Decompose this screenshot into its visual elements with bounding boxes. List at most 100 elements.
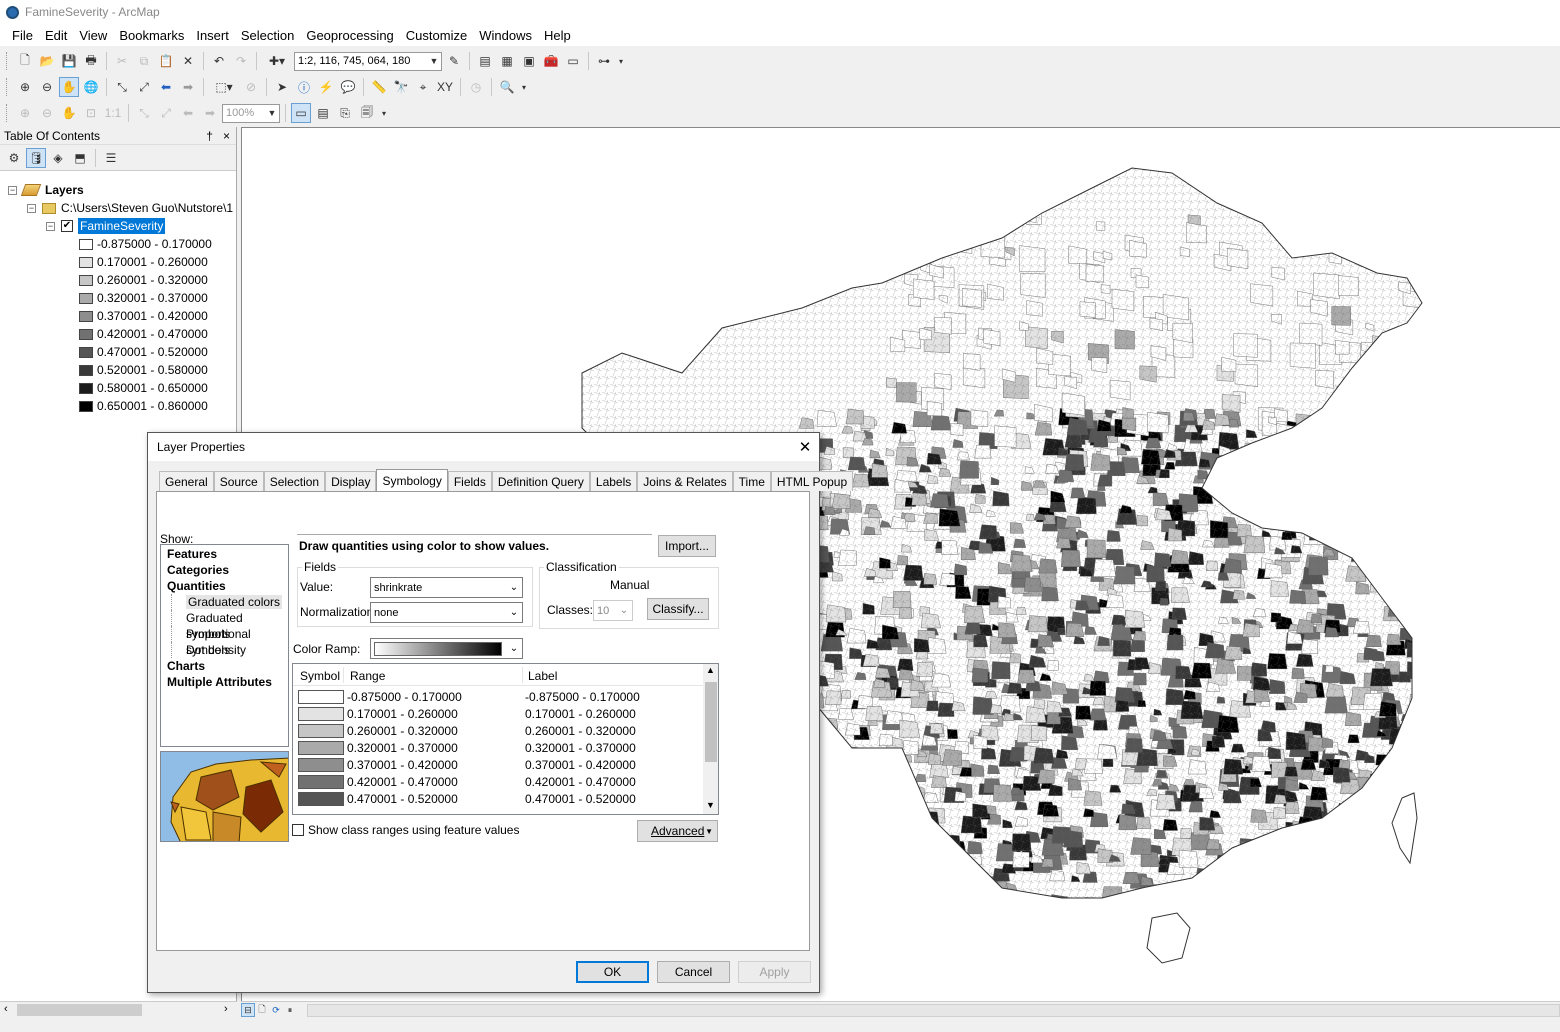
fixed-zoom-in-layout-icon[interactable]: ⤡: [134, 103, 154, 123]
html-popup-icon[interactable]: 💬: [338, 77, 358, 97]
zoom-out-icon[interactable]: ⊖: [37, 77, 57, 97]
import-button[interactable]: Import...: [658, 535, 716, 557]
data-driven-pages-icon[interactable]: 🗐: [357, 103, 377, 123]
legend-swatch[interactable]: [79, 400, 93, 412]
class-table[interactable]: Symbol Range Label -0.875000 - 0.170000-…: [292, 663, 719, 815]
class-label[interactable]: 0.470001 - 0.520000: [525, 792, 636, 806]
class-label[interactable]: 0.420001 - 0.470000: [525, 775, 636, 789]
renderer-option-proportional-symbols[interactable]: Proportional symbols: [171, 626, 288, 657]
toolbar-options-icon[interactable]: ▾: [379, 103, 389, 123]
class-range[interactable]: 0.260001 - 0.320000: [347, 724, 525, 738]
layout-zoom-in-icon[interactable]: ⊕: [15, 103, 35, 123]
renderer-option-graduated-colors[interactable]: Graduated colors: [171, 594, 288, 610]
renderer-option-multiple-attributes[interactable]: Multiple Attributes: [161, 674, 288, 690]
fixed-zoom-out-layout-icon[interactable]: ⤢: [156, 103, 176, 123]
close-icon[interactable]: ✕: [791, 438, 819, 456]
scroll-right-icon[interactable]: ›: [224, 1003, 228, 1015]
toolbar-grip[interactable]: [6, 104, 9, 122]
toolbar-grip[interactable]: [6, 52, 9, 70]
menu-help[interactable]: Help: [538, 28, 577, 43]
list-by-visibility-icon[interactable]: ◈: [48, 148, 68, 168]
legend-class-item[interactable]: 0.370001 - 0.420000: [79, 307, 208, 325]
back-extent-icon[interactable]: ⬅: [156, 77, 176, 97]
class-symbol-swatch[interactable]: [298, 791, 344, 806]
scroll-thumb[interactable]: [705, 682, 717, 762]
pause-drawing-icon[interactable]: ⏸: [283, 1003, 297, 1017]
legend-class-item[interactable]: 0.170001 - 0.260000: [79, 253, 208, 271]
modelbuilder-icon[interactable]: ⊶: [594, 51, 614, 71]
advanced-button[interactable]: Advanced ▼: [637, 820, 718, 842]
renderer-option-categories[interactable]: Categories: [161, 562, 288, 578]
menu-bookmarks[interactable]: Bookmarks: [113, 28, 190, 43]
undo-icon[interactable]: ↶: [209, 51, 229, 71]
forward-layout-icon[interactable]: ➡: [200, 103, 220, 123]
renderer-option-dot-density[interactable]: Dot density: [171, 642, 288, 658]
apply-button[interactable]: Apply: [738, 961, 811, 983]
toc-options-icon[interactable]: ☰: [101, 148, 121, 168]
list-by-drawing-order-icon[interactable]: ⚙: [4, 148, 24, 168]
fixed-zoom-out-icon[interactable]: ⤢: [134, 77, 154, 97]
toggle-draft-mode-icon[interactable]: ▭: [291, 103, 311, 123]
classify-button[interactable]: Classify...: [647, 598, 709, 620]
layout-view-icon[interactable]: 🗋: [255, 1003, 269, 1017]
classes-count-select[interactable]: 10 ⌄: [593, 600, 633, 621]
copy-icon[interactable]: ⧉: [134, 51, 154, 71]
renderer-option-features[interactable]: Features: [161, 546, 288, 562]
tab-source[interactable]: Source: [213, 471, 264, 491]
legend-swatch[interactable]: [79, 364, 93, 376]
legend-class-item[interactable]: 0.470001 - 0.520000: [79, 343, 208, 361]
menu-selection[interactable]: Selection: [235, 28, 300, 43]
tab-general[interactable]: General: [159, 471, 214, 491]
tree-row-folder[interactable]: − C:\Users\Steven Guo\Nutstore\1: [27, 199, 233, 217]
tab-html-popup[interactable]: HTML Popup: [770, 471, 854, 491]
paste-icon[interactable]: 📋: [156, 51, 176, 71]
scroll-down-icon[interactable]: ▼: [706, 800, 715, 810]
legend-class-item[interactable]: 0.260001 - 0.320000: [79, 271, 208, 289]
class-range[interactable]: -0.875000 - 0.170000: [347, 690, 525, 704]
tree-row-layer[interactable]: − ✔ FamineSeverity: [46, 217, 166, 235]
list-by-source-icon[interactable]: 🛢: [26, 147, 46, 168]
tab-fields[interactable]: Fields: [447, 471, 492, 491]
print-icon[interactable]: 🖶: [81, 51, 101, 71]
layout-pan-icon[interactable]: ✋: [59, 103, 79, 123]
class-range[interactable]: 0.370001 - 0.420000: [347, 758, 525, 772]
identify-icon[interactable]: ⓘ: [294, 77, 314, 97]
menu-edit[interactable]: Edit: [39, 28, 73, 43]
menu-view[interactable]: View: [73, 28, 113, 43]
pin-icon[interactable]: †: [206, 129, 213, 143]
tree-row-layers[interactable]: − Layers: [8, 181, 84, 199]
zoom-100-icon[interactable]: 1:1: [103, 103, 123, 123]
toc-horizontal-scrollbar[interactable]: ‹ ›: [0, 1001, 237, 1018]
catalog-icon[interactable]: ▦: [497, 51, 517, 71]
ok-button[interactable]: OK: [576, 961, 649, 983]
class-range[interactable]: 0.470001 - 0.520000: [347, 792, 525, 806]
time-slider-icon[interactable]: ◷: [466, 77, 486, 97]
class-label[interactable]: 0.370001 - 0.420000: [525, 758, 636, 772]
zoom-in-icon[interactable]: ⊕: [15, 77, 35, 97]
class-label[interactable]: 0.320001 - 0.370000: [525, 741, 636, 755]
class-row[interactable]: -0.875000 - 0.170000 -0.875000 - 0.170000: [298, 688, 640, 705]
renderer-option-charts[interactable]: Charts: [161, 658, 288, 674]
map-horizontal-scrollbar[interactable]: [307, 1003, 1560, 1017]
menu-insert[interactable]: Insert: [190, 28, 235, 43]
class-symbol-swatch[interactable]: [298, 689, 344, 704]
scroll-thumb[interactable]: [17, 1004, 142, 1016]
renderer-option-graduated-symbols[interactable]: Graduated symbols: [171, 610, 288, 641]
class-range[interactable]: 0.170001 - 0.260000: [347, 707, 525, 721]
full-extent-icon[interactable]: 🌐: [81, 77, 101, 97]
add-data-icon[interactable]: ✚▾: [262, 51, 292, 71]
legend-swatch[interactable]: [79, 274, 93, 286]
tab-joins-relates[interactable]: Joins & Relates: [637, 471, 733, 491]
legend-swatch[interactable]: [79, 238, 93, 250]
class-label[interactable]: 0.170001 - 0.260000: [525, 707, 636, 721]
toolbar-options-icon[interactable]: ▾: [519, 77, 529, 97]
legend-class-item[interactable]: 0.580001 - 0.650000: [79, 379, 208, 397]
legend-class-item[interactable]: 0.520001 - 0.580000: [79, 361, 208, 379]
fixed-zoom-in-icon[interactable]: ⤡: [112, 77, 132, 97]
cancel-button[interactable]: Cancel: [657, 961, 730, 983]
open-icon[interactable]: 📂: [37, 51, 57, 71]
find-route-icon[interactable]: ⌖: [413, 77, 433, 97]
map-scale-combo[interactable]: 1:2, 116, 745, 064, 180 ▼: [294, 51, 442, 71]
color-ramp-select[interactable]: ⌄: [370, 638, 523, 659]
pan-icon[interactable]: ✋: [59, 77, 79, 97]
